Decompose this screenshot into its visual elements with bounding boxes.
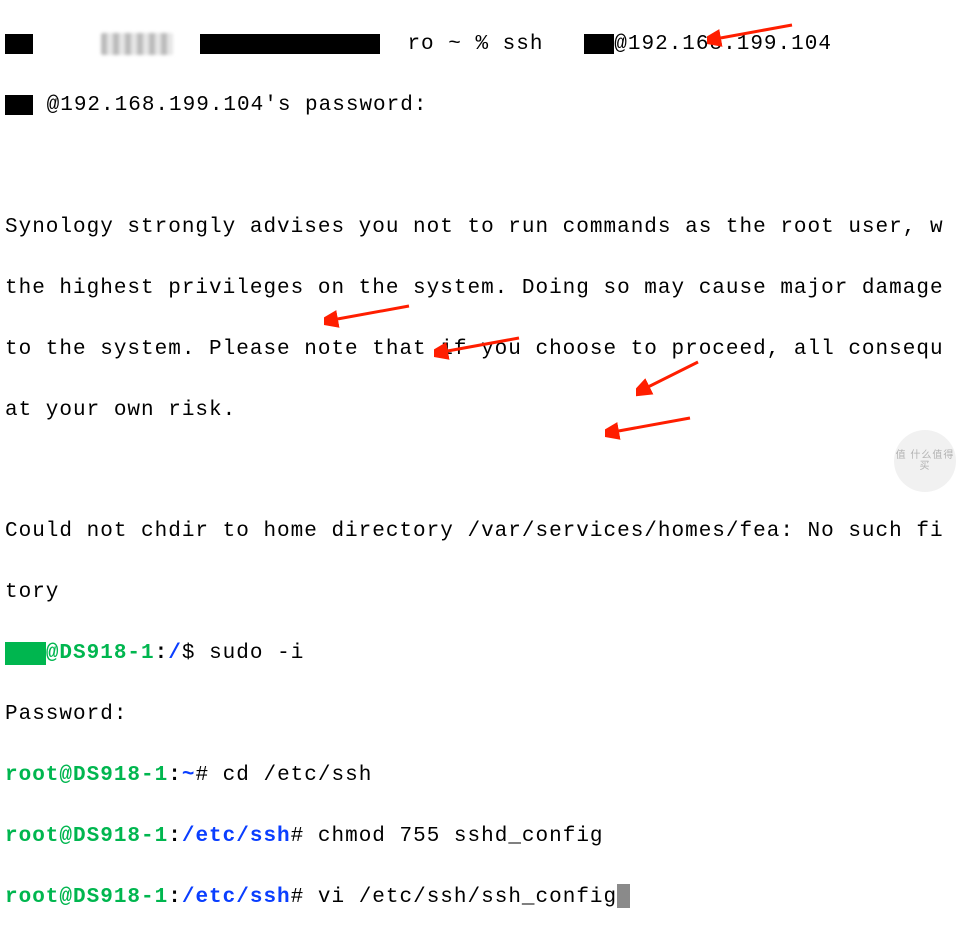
warning-line: the highest privileges on the system. Do… (5, 274, 959, 304)
command-text: sudo -i (209, 642, 304, 665)
user-host: root@DS918-1 (5, 886, 168, 909)
password-prompt-text: @192.168.199.104's password: (47, 94, 428, 117)
redacted-block (584, 34, 614, 54)
watermark-badge: 值 什么值得买 (894, 430, 956, 492)
line-password-prompt: @192.168.199.104's password: (5, 91, 959, 121)
warning-line: to the system. Please note that if you c… (5, 335, 959, 365)
ssh-target: @192.168.199.104 (614, 33, 832, 56)
blank-line (5, 152, 959, 182)
redacted-block (5, 95, 33, 115)
user-host: root@DS918-1 (5, 825, 168, 848)
terminal-output[interactable]: ro ~ % ssh @192.168.199.104 @192.168.199… (0, 0, 964, 944)
blurred-hostname (101, 33, 173, 55)
text-cursor (617, 884, 630, 908)
warning-line: Synology strongly advises you not to run… (5, 213, 959, 243)
cwd-path: ~ (182, 764, 196, 787)
prompt-text: ro ~ % ssh (407, 33, 557, 56)
password-line: Password: (5, 700, 959, 730)
command-text: vi /etc/ssh/ssh_config (318, 886, 617, 909)
command-text: cd /etc/ssh (223, 764, 373, 787)
blank-line (5, 457, 959, 487)
redacted-block (200, 34, 380, 54)
shell-prompt-line: root@DS918-1:~# cd /etc/ssh (5, 761, 959, 791)
cwd-path: / (168, 642, 182, 665)
redacted-block (5, 34, 33, 54)
error-line: Could not chdir to home directory /var/s… (5, 517, 959, 547)
command-text: chmod 755 sshd_config (318, 825, 604, 848)
masked-username: a (5, 642, 46, 665)
shell-prompt-line: root@DS918-1:/etc/ssh# vi /etc/ssh/ssh_c… (5, 883, 959, 913)
shell-prompt-line: a@DS918-1:/$ sudo -i (5, 639, 959, 669)
user-host: @DS918-1 (46, 642, 155, 665)
warning-line: at your own risk. (5, 396, 959, 426)
shell-prompt-line: root@DS918-1:/etc/ssh# chmod 755 sshd_co… (5, 822, 959, 852)
line-ssh-login: ro ~ % ssh @192.168.199.104 (5, 30, 959, 60)
cwd-path: /etc/ssh (182, 825, 291, 848)
cwd-path: /etc/ssh (182, 886, 291, 909)
user-host: root@DS918-1 (5, 764, 168, 787)
error-line: tory (5, 578, 959, 608)
